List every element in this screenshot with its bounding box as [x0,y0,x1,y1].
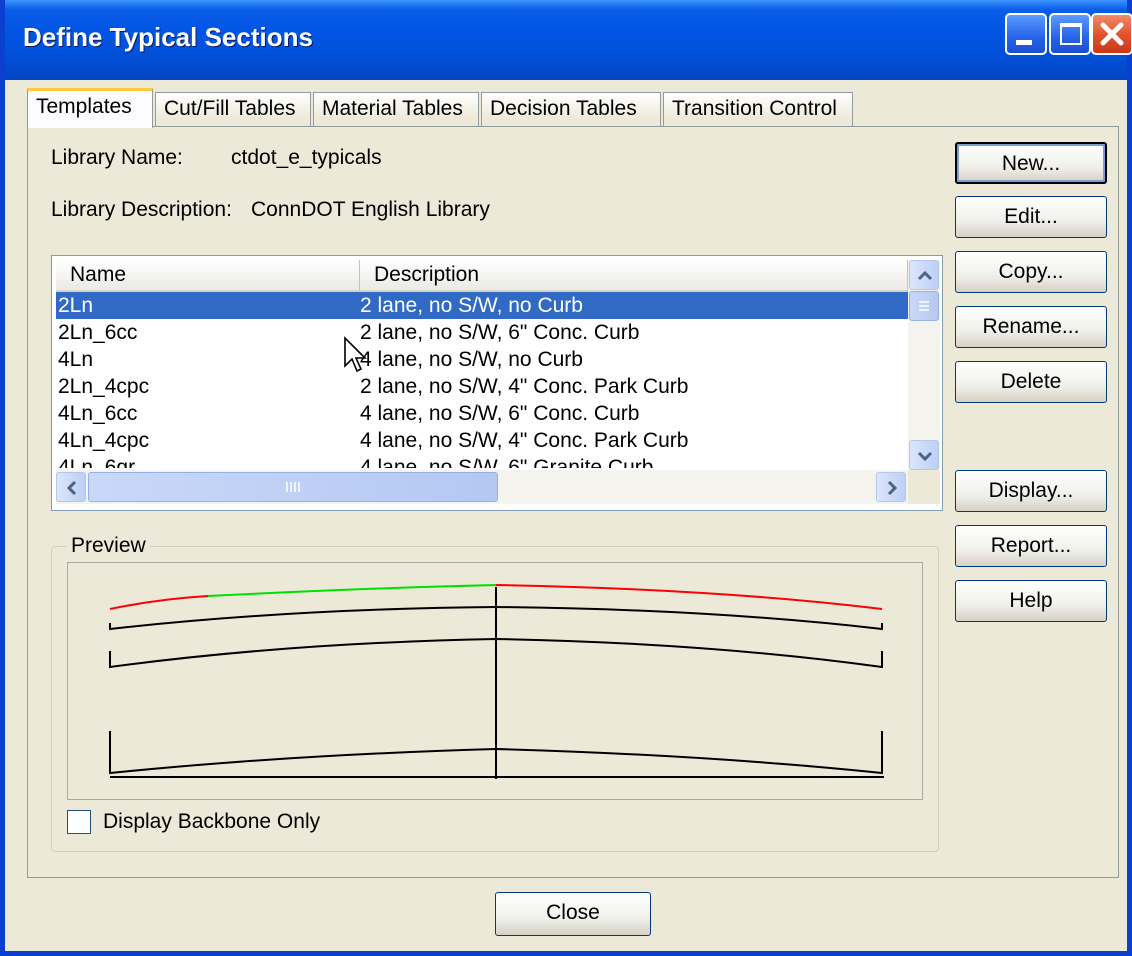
display-backbone-label: Display Backbone Only [103,810,321,833]
tab-cut-fill-tables[interactable]: Cut/Fill Tables [155,92,311,126]
edit-button[interactable]: Edit... [955,196,1107,238]
scroll-up-button[interactable] [909,260,939,290]
list-row[interactable]: 4Ln_6gr 4 lane, no S/W, 6" Granite Curb [56,454,908,468]
display-backbone-checkbox[interactable] [67,810,91,834]
list-row[interactable]: 2Ln 2 lane, no S/W, no Curb [56,292,908,319]
help-button[interactable]: Help [955,580,1107,622]
row-description: 2 lane, no S/W, 4" Conc. Park Curb [360,375,689,398]
tab-label: Transition Control [672,97,837,120]
chevron-right-icon [887,480,898,496]
row-name: 4Ln [58,348,94,371]
preview-canvas [67,562,923,800]
row-description: 4 lane, no S/W, no Curb [360,348,583,371]
list-header: Name Description [56,260,908,292]
scroll-down-button[interactable] [909,440,939,470]
row-description: 4 lane, no S/W, 4" Conc. Park Curb [360,429,689,452]
row-name: 4Ln_6gr [58,456,136,468]
tab-label: Decision Tables [490,97,637,120]
delete-button[interactable]: Delete [955,361,1107,403]
row-name: 4Ln_4cpc [58,429,150,452]
tab-templates[interactable]: Templates [27,88,153,128]
list-row[interactable]: 2Ln_4cpc 2 lane, no S/W, 4" Conc. Park C… [56,373,908,400]
vertical-scrollbar[interactable] [908,260,940,470]
horizontal-scrollbar[interactable] [56,470,908,504]
row-name: 4Ln_6cc [58,402,138,425]
library-name-label: Library Name: [51,146,183,169]
tab-material-tables[interactable]: Material Tables [313,92,479,126]
minimize-icon [1016,40,1032,45]
maximize-icon [1060,23,1082,45]
scroll-left-button[interactable] [56,472,86,502]
tab-label: Cut/Fill Tables [164,97,296,120]
library-description-value: ConnDOT English Library [251,198,490,221]
template-preview-drawing [109,584,884,779]
horizontal-scroll-thumb[interactable] [88,472,498,502]
chevron-down-icon [917,451,933,462]
row-name: 2Ln_6cc [58,321,138,344]
surface-left-segment [109,595,209,610]
tab-label: Templates [36,95,132,118]
list-row[interactable]: 4Ln 4 lane, no S/W, no Curb [56,346,908,373]
row-description: 4 lane, no S/W, 6" Conc. Curb [360,402,640,425]
tab-transition-control[interactable]: Transition Control [663,92,853,126]
new-button[interactable]: New... [955,142,1107,184]
minimize-button[interactable] [1005,13,1047,55]
title-bar[interactable]: Define Typical Sections [5,0,1132,80]
column-header-description[interactable]: Description [360,260,908,292]
preview-group-label: Preview [67,534,150,558]
close-window-button[interactable] [1091,13,1132,55]
close-icon [1100,22,1124,46]
list-row[interactable]: 2Ln_6cc 2 lane, no S/W, 6" Conc. Curb [56,319,908,346]
window-title: Define Typical Sections [23,22,313,52]
grip-icon [286,482,300,492]
list-row[interactable]: 4Ln_4cpc 4 lane, no S/W, 4" Conc. Park C… [56,427,908,454]
mouse-cursor-icon [344,336,367,373]
copy-button[interactable]: Copy... [955,251,1107,293]
vertical-scroll-thumb[interactable] [909,291,939,321]
surface-right-segment [495,584,883,610]
maximize-button[interactable] [1049,13,1091,55]
templates-list[interactable]: Name Description 2Ln 2 lane, no S/W, no … [51,255,943,511]
list-row[interactable]: 4Ln_6cc 4 lane, no S/W, 6" Conc. Curb [56,400,908,427]
row-description: 4 lane, no S/W, 6" Granite Curb [360,456,654,468]
rename-button[interactable]: Rename... [955,306,1107,348]
row-name: 2Ln_4cpc [58,375,150,398]
surface-center-segment [207,584,497,597]
display-button[interactable]: Display... [955,470,1107,512]
row-name: 2Ln [58,294,94,317]
tab-label: Material Tables [322,97,463,120]
chevron-up-icon [917,270,933,281]
tab-decision-tables[interactable]: Decision Tables [481,92,661,126]
row-description: 2 lane, no S/W, no Curb [360,294,583,317]
dialog-window: Define Typical Sections Templates Cut/Fi… [0,0,1132,956]
grip-icon [919,301,929,311]
library-name-value: ctdot_e_typicals [231,146,382,169]
library-description-label: Library Description: [51,198,232,221]
list-rows: 2Ln 2 lane, no S/W, no Curb 2Ln_6cc 2 la… [56,292,908,468]
close-button[interactable]: Close [495,892,651,936]
scroll-right-button[interactable] [876,472,906,502]
chevron-left-icon [66,480,77,496]
scrollbar-corner [908,470,940,504]
column-header-name[interactable]: Name [56,260,360,292]
row-description: 2 lane, no S/W, 6" Conc. Curb [360,321,640,344]
report-button[interactable]: Report... [955,525,1107,567]
